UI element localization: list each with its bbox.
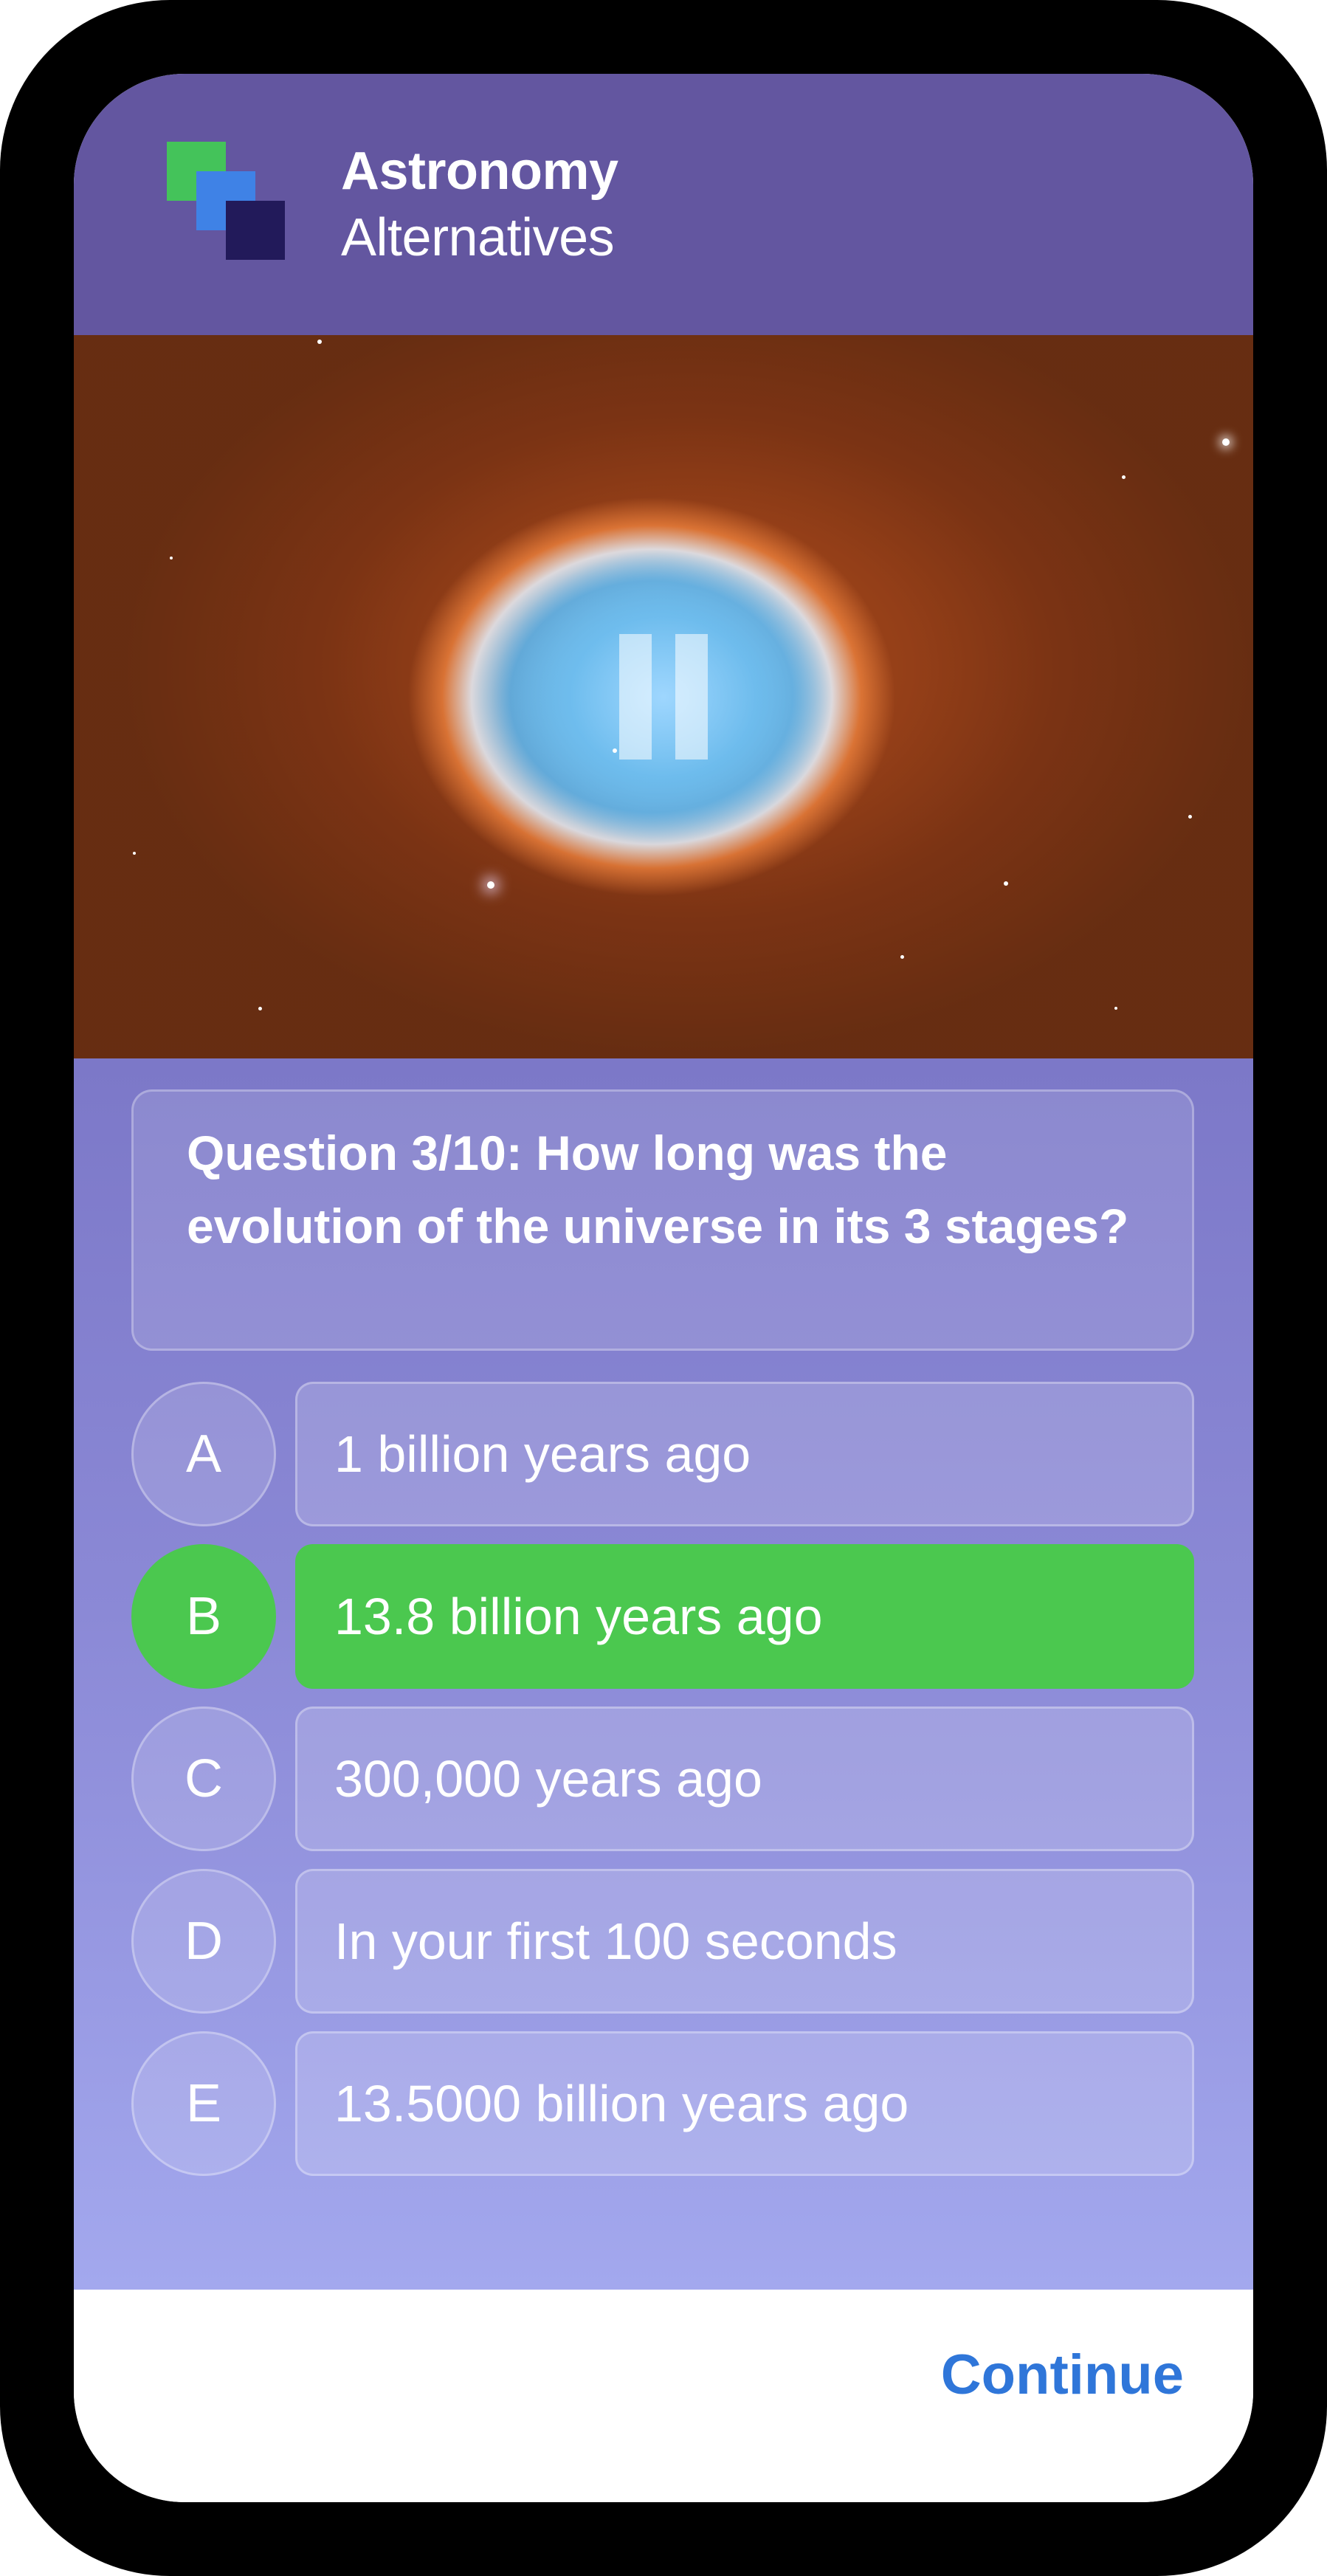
option-answer[interactable]: 300,000 years ago: [295, 1707, 1194, 1851]
star: [487, 881, 494, 889]
star: [900, 955, 904, 959]
phone-frame: Astronomy Alternatives Question 3/10: Ho…: [0, 0, 1327, 2576]
option-c[interactable]: C 300,000 years ago: [131, 1707, 1194, 1854]
option-answer[interactable]: 13.5000 billion years ago: [295, 2031, 1194, 2176]
option-answer[interactable]: 1 billion years ago: [295, 1382, 1194, 1526]
star: [170, 557, 173, 559]
option-answer[interactable]: 13.8 billion years ago: [295, 1544, 1194, 1689]
quiz-panel: Question 3/10: How long was the evolutio…: [74, 1058, 1253, 2290]
video-player[interactable]: [74, 335, 1253, 1058]
app-screen: Astronomy Alternatives Question 3/10: Ho…: [74, 74, 1253, 2502]
brand-logo: [167, 142, 288, 263]
option-letter[interactable]: D: [131, 1869, 276, 2014]
brand-title: Astronomy: [341, 142, 618, 201]
pause-bar-right: [675, 634, 708, 760]
option-letter[interactable]: A: [131, 1382, 276, 1526]
star: [133, 852, 136, 855]
star: [317, 340, 322, 344]
option-e[interactable]: E 13.5000 billion years ago: [131, 2031, 1194, 2179]
question-card: Question 3/10: How long was the evolutio…: [131, 1089, 1194, 1351]
star: [258, 1007, 262, 1010]
star: [1114, 1007, 1117, 1010]
star: [1004, 881, 1008, 886]
logo-square-navy: [226, 201, 285, 260]
option-letter[interactable]: E: [131, 2031, 276, 2176]
brand-subtitle: Alternatives: [341, 208, 615, 267]
question-text: Question 3/10: How long was the evolutio…: [187, 1126, 1129, 1253]
continue-button[interactable]: Continue: [941, 2343, 1184, 2407]
app-header: Astronomy Alternatives: [74, 74, 1253, 335]
pause-bar-left: [619, 634, 652, 760]
brand-name: Astronomy Alternatives: [341, 145, 618, 264]
star: [613, 748, 617, 753]
option-answer[interactable]: In your first 100 seconds: [295, 1869, 1194, 2014]
star: [1188, 815, 1192, 819]
star: [1222, 438, 1230, 446]
option-d[interactable]: D In your first 100 seconds: [131, 1869, 1194, 2017]
option-letter[interactable]: B: [131, 1544, 276, 1689]
star: [1122, 475, 1126, 479]
option-letter[interactable]: C: [131, 1707, 276, 1851]
option-b[interactable]: B 13.8 billion years ago: [131, 1544, 1194, 1692]
option-a[interactable]: A 1 billion years ago: [131, 1382, 1194, 1529]
pause-icon[interactable]: [619, 634, 708, 760]
footer-bar: Continue: [74, 2290, 1253, 2502]
